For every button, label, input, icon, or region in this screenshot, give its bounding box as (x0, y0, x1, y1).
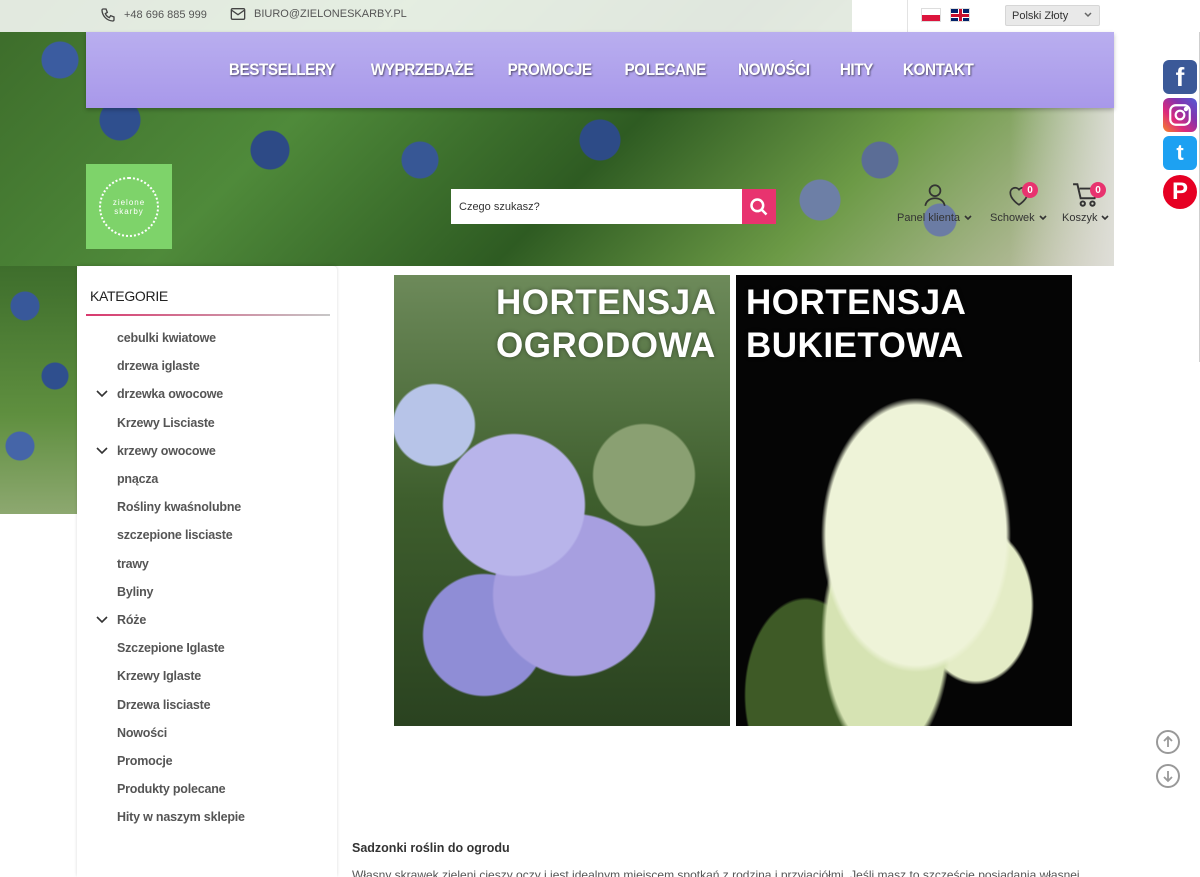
cart-label: Koszyk (1062, 212, 1098, 224)
category-label: Rośliny kwaśnolubne (117, 500, 242, 515)
contact-email[interactable]: BIURO@ZIELONESKARBY.PL (230, 7, 407, 21)
sidebar-title: KATEGORIE (90, 288, 168, 304)
wishlist-label: Schowek (990, 212, 1035, 224)
category-label: Szczepione Iglaste (117, 641, 225, 656)
category-item[interactable]: Nowości (77, 719, 337, 747)
sidebar-divider (86, 314, 330, 316)
banner-hortensja-ogrodowa[interactable]: HORTENSJA OGRODOWA (394, 275, 730, 726)
category-item[interactable]: cebulki kwiatowe (77, 324, 337, 352)
instagram-icon[interactable] (1163, 98, 1197, 132)
category-item[interactable]: Rośliny kwaśnolubne (77, 493, 337, 521)
category-item[interactable]: Róże (77, 606, 337, 634)
category-item[interactable]: drzewa iglaste (77, 352, 337, 380)
pinterest-icon[interactable]: P (1163, 175, 1197, 209)
category-label: Krzewy Lisciaste (117, 415, 215, 430)
category-item[interactable]: Produkty polecane (77, 775, 337, 803)
nav-hity[interactable]: HITY (840, 60, 874, 80)
nav-promocje[interactable]: PROMOCJE (507, 60, 591, 80)
category-item[interactable]: Krzewy Lisciaste (77, 409, 337, 437)
chevron-down-icon (1084, 12, 1092, 18)
category-label: Hity w naszym sklepie (117, 810, 245, 825)
nav-kontakt[interactable]: KONTAKT (903, 60, 974, 80)
category-list: cebulki kwiatowe drzewa iglaste drzewka ow… (77, 324, 337, 831)
category-sidebar: KATEGORIE cebulki kwiatowe drzewa iglaste… (77, 266, 337, 877)
logo-emblem: zielone skarby (99, 176, 159, 237)
category-item[interactable]: Drzewa lisciaste (77, 690, 337, 718)
chevron-down-icon (1101, 215, 1110, 221)
category-item[interactable]: Promocje (77, 747, 337, 775)
chevron-down-icon (1039, 215, 1047, 221)
category-label: Produkty polecane (117, 782, 226, 797)
category-item[interactable]: Szczepione Iglaste (77, 634, 337, 662)
category-label: drzewka owocowe (117, 387, 224, 402)
side-background-image (0, 266, 77, 514)
category-item[interactable]: drzewka owocowe (77, 380, 337, 408)
category-label: szczepione lisciaste (117, 528, 233, 543)
category-item[interactable]: krzewy owocowe (77, 437, 337, 465)
search-icon (750, 197, 768, 215)
category-label: pnącza (117, 472, 159, 487)
site-logo[interactable]: zielone skarby (86, 164, 172, 249)
wishlist-count-badge: 0 (1022, 182, 1038, 198)
cart-menu[interactable]: 0 Koszyk (1062, 182, 1110, 224)
category-label: Nowości (117, 725, 167, 740)
nav-wyprzedaze[interactable]: WYPRZEDAŻE (370, 60, 473, 80)
cart-count-badge: 0 (1090, 182, 1106, 198)
banner-title-line2: OGRODOWA (496, 326, 716, 365)
top-bar: +48 696 885 999 BIURO@ZIELONESKARBY.PL P… (0, 0, 1114, 32)
chevron-down-icon[interactable] (96, 389, 108, 399)
nav-bestsellery[interactable]: BESTSELLERY (229, 60, 335, 80)
category-item[interactable]: Byliny (77, 578, 337, 606)
category-item[interactable]: trawy (77, 550, 337, 578)
category-item[interactable]: Hity w naszym sklepie (77, 803, 337, 831)
main-navigation: BESTSELLERY WYPRZEDAŻE PROMOCJE POLECANE… (86, 32, 1114, 108)
email-address: BIURO@ZIELONESKARBY.PL (254, 8, 407, 20)
arrow-down-icon (1163, 771, 1173, 783)
category-label: Promocje (117, 753, 173, 768)
category-label: krzewy owocowe (117, 443, 216, 458)
category-item[interactable]: pnącza (77, 465, 337, 493)
chevron-down-icon[interactable] (96, 446, 108, 456)
scroll-up-button[interactable] (1156, 730, 1180, 754)
category-label: Drzewa lisciaste (117, 697, 211, 712)
nav-polecane[interactable]: POLECANE (624, 60, 706, 80)
category-label: trawy (117, 556, 149, 571)
section-paragraph: Własny skrawek zieleni cieszy oczy i jes… (352, 868, 1080, 877)
chevron-down-icon[interactable] (96, 615, 108, 625)
user-icon (924, 184, 946, 207)
phone-icon (101, 8, 115, 22)
wishlist-menu[interactable]: 0 Schowek (990, 182, 1048, 224)
facebook-icon[interactable]: f (1163, 60, 1197, 94)
banner-title-line1: HORTENSJA (746, 283, 967, 322)
flag-en-icon[interactable] (950, 8, 970, 22)
account-label: Panel klienta (897, 212, 960, 224)
twitter-icon[interactable]: t (1163, 136, 1197, 170)
category-label: Byliny (117, 584, 154, 599)
category-label: Róże (117, 612, 147, 627)
category-label: cebulki kwiatowe (117, 331, 216, 346)
chevron-down-icon (964, 215, 972, 221)
scroll-down-button[interactable] (1156, 764, 1180, 788)
banner-title-line2: BUKIETOWA (746, 326, 964, 365)
banner-title-line1: HORTENSJA (496, 283, 717, 322)
banner-hortensja-bukietowa[interactable]: HORTENSJA BUKIETOWA (736, 275, 1072, 726)
category-label: Krzewy Iglaste (117, 669, 202, 684)
category-item[interactable]: Krzewy Iglaste (77, 662, 337, 690)
search-button[interactable] (742, 189, 776, 224)
account-menu[interactable]: Panel klienta (897, 182, 973, 224)
currency-select[interactable]: Polski Złoty (1005, 5, 1100, 26)
envelope-icon (230, 8, 246, 20)
contact-phone[interactable]: +48 696 885 999 (100, 7, 207, 23)
category-label: drzewa iglaste (117, 359, 200, 374)
search-input[interactable] (451, 189, 742, 224)
nav-nowosci[interactable]: NOWOŚCI (738, 60, 810, 80)
phone-number: +48 696 885 999 (124, 9, 207, 21)
flag-pl-icon[interactable] (921, 8, 941, 22)
search-bar (451, 189, 776, 224)
arrow-up-icon (1163, 735, 1173, 747)
section-title: Sadzonki roślin do ogrodu (352, 841, 510, 855)
category-item[interactable]: szczepione lisciaste (77, 521, 337, 549)
currency-selected: Polski Złoty (1012, 10, 1069, 22)
